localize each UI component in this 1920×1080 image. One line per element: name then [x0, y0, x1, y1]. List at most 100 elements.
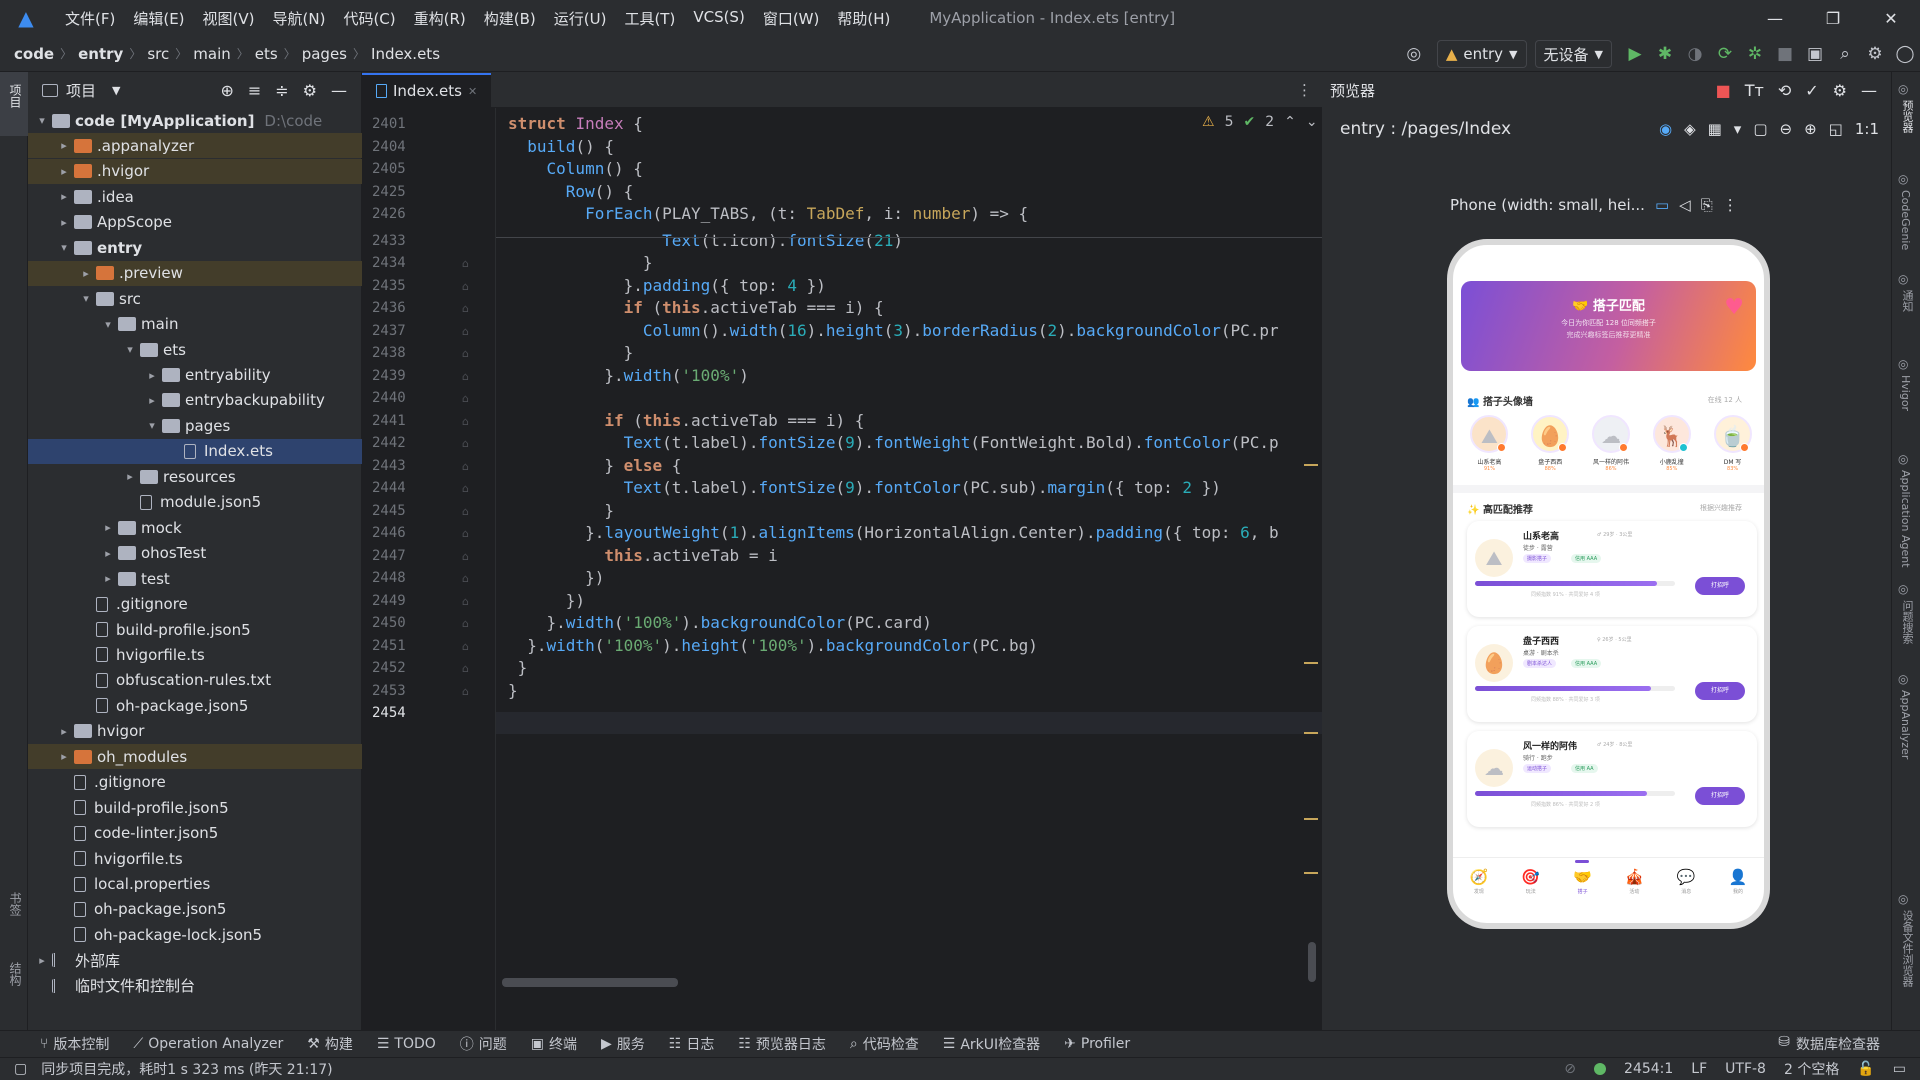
fold-marker-icon[interactable]: ⌂	[462, 302, 469, 315]
bottom-tool-3[interactable]: ☰ TODO	[377, 1036, 436, 1052]
bottom-tool-10[interactable]: ☰ ArkUI检查器	[943, 1034, 1040, 1054]
tree-row[interactable]: ▸ mock	[28, 515, 362, 540]
avatar-item[interactable]: 🍵 DM 写 83%	[1704, 415, 1761, 485]
chevron-right-icon[interactable]: ▸	[56, 725, 72, 738]
greet-button[interactable]: 打招呼	[1695, 577, 1745, 595]
fold-marker-icon[interactable]: ⌂	[462, 460, 469, 473]
target-icon[interactable]: ◎	[1399, 39, 1429, 69]
expand-all-icon[interactable]: ≡	[248, 81, 261, 100]
project-tool-button[interactable]: 项目	[0, 72, 28, 136]
tree-row[interactable]: ▾ code [MyApplication] D:\code	[28, 108, 362, 133]
tree-row[interactable]: module.json5	[28, 490, 362, 515]
device-manager-icon[interactable]: ▣	[1800, 39, 1830, 69]
screen-icon[interactable]: ▭	[1655, 196, 1669, 214]
fold-marker-icon[interactable]: ⌂	[462, 640, 469, 653]
tree-row[interactable]: ▾ main	[28, 312, 362, 337]
tree-row[interactable]: local.properties	[28, 872, 362, 897]
crop-icon[interactable]: ▢	[1753, 120, 1767, 138]
tree-row[interactable]: build-profile.json5	[28, 617, 362, 642]
structure-tool-label[interactable]: 结构	[7, 962, 24, 986]
gear-icon[interactable]: ⚙	[1833, 81, 1847, 100]
chevron-up-icon[interactable]: ⌃	[1284, 114, 1296, 130]
rotate-icon[interactable]: ⎘	[1701, 196, 1713, 214]
greet-button[interactable]: 打招呼	[1695, 682, 1745, 700]
account-icon[interactable]: ◯	[1890, 39, 1920, 69]
fold-marker-icon[interactable]: ⌂	[462, 257, 469, 270]
memory-icon[interactable]: ▭	[1893, 1061, 1906, 1077]
avatar-item[interactable]: ☁ 风一样的阿伟 86%	[1583, 415, 1640, 485]
fold-marker-icon[interactable]: ⌂	[462, 415, 469, 428]
inspection-widget[interactable]: ⚠ 5 ✔ 2 ⌃ ⌄	[1202, 114, 1318, 130]
chevron-down-icon[interactable]: ▾	[1734, 120, 1742, 138]
tree-row[interactable]: ▸ .hvigor	[28, 158, 362, 184]
match-banner[interactable]: 🤝 搭子匹配 今日为你匹配 128 位同频搭子 完成兴趣标签后推荐更精准 ♥	[1461, 281, 1756, 371]
menu-item[interactable]: 文件(F)	[56, 8, 124, 29]
tree-row[interactable]: code-linter.json5	[28, 821, 362, 846]
tree-row[interactable]: ▾ pages	[28, 413, 362, 438]
chevron-down-icon[interactable]: ▾	[144, 419, 160, 432]
tree-row[interactable]: Index.ets	[28, 438, 362, 464]
right-tool-6[interactable]: ◎ AppAnalyzer	[1898, 672, 1912, 759]
chevron-right-icon[interactable]: ▸	[144, 369, 160, 382]
menu-item[interactable]: VCS(S)	[684, 8, 753, 29]
breadcrumb-item[interactable]: code	[14, 45, 54, 63]
hide-icon[interactable]: —	[1861, 81, 1877, 100]
ratio-icon[interactable]: 1:1	[1855, 120, 1879, 138]
chevron-right-icon[interactable]: ▸	[122, 470, 138, 483]
bottom-tool-1[interactable]: ⟋ Operation Analyzer	[133, 1036, 283, 1052]
code-area[interactable]: struct Index { build() { Column() { Row(…	[496, 108, 1322, 1030]
menu-item[interactable]: 代码(C)	[334, 8, 404, 29]
tree-row[interactable]: 临时文件和控制台	[28, 973, 362, 998]
chevron-right-icon[interactable]: ▸	[56, 216, 72, 229]
tree-row[interactable]: ▸ 外部库	[28, 948, 362, 973]
fold-marker-icon[interactable]: ⌂	[462, 572, 469, 585]
rec-more[interactable]: 根据兴趣推荐	[1700, 503, 1742, 513]
tree-row[interactable]: ▸ entryability	[28, 363, 362, 388]
menu-item[interactable]: 工具(T)	[615, 8, 684, 29]
tree-row[interactable]: ▸ AppScope	[28, 210, 362, 235]
right-tool-3[interactable]: ◎ Hvigor	[1898, 357, 1912, 411]
tree-row[interactable]: hvigorfile.ts	[28, 846, 362, 871]
tree-row[interactable]: .gitignore	[28, 592, 362, 617]
fold-marker-icon[interactable]: ⌂	[462, 347, 469, 360]
bottom-tool-8[interactable]: ☷ 预览器日志	[738, 1034, 826, 1054]
chevron-right-icon[interactable]: ▸	[56, 165, 72, 178]
refresh-icon[interactable]: ⟲	[1778, 81, 1791, 100]
fold-marker-icon[interactable]: ⌂	[462, 437, 469, 450]
tab-index-ets[interactable]: Index.ets ✕	[362, 73, 492, 107]
right-tool-7[interactable]: ◎ 设备文件浏览器	[1898, 892, 1915, 987]
database-inspector[interactable]: ⛁ 数据库检查器	[1778, 1034, 1880, 1054]
fold-marker-icon[interactable]: ⌂	[462, 505, 469, 518]
no-problems-icon[interactable]: ⊘	[1564, 1061, 1576, 1077]
recommend-card[interactable]: 🥚 盘子西西 ♀ 26岁 · 5公里 桌游 · 剧本杀 剧本杀达人 信用 AAA 同频指数 …	[1467, 626, 1757, 722]
file-encoding[interactable]: UTF-8	[1725, 1061, 1766, 1077]
fold-marker-icon[interactable]: ⌂	[462, 685, 469, 698]
fold-marker-icon[interactable]: ⌂	[462, 662, 469, 675]
indent-setting[interactable]: 2 个空格	[1784, 1059, 1839, 1079]
breadcrumb-item[interactable]: Index.ets	[371, 45, 440, 63]
bottom-tool-11[interactable]: ✈ Profiler	[1064, 1036, 1130, 1052]
stop-icon[interactable]: ■	[1716, 81, 1731, 100]
fold-marker-icon[interactable]: ⌂	[462, 280, 469, 293]
avatar-item[interactable]: 🥚 盘子西西 88%	[1522, 415, 1579, 485]
breadcrumb-item[interactable]: pages	[302, 45, 347, 63]
hide-icon[interactable]: —	[331, 81, 347, 100]
tree-row[interactable]: oh-package-lock.json5	[28, 922, 362, 947]
zoom-out-icon[interactable]: ⊖	[1780, 120, 1793, 138]
attach-debugger-icon[interactable]: ◑	[1680, 39, 1710, 69]
nav-item-0[interactable]: 🧭 发现	[1453, 858, 1505, 917]
greet-button[interactable]: 打招呼	[1695, 787, 1745, 805]
right-tool-2[interactable]: ◎ 通知	[1898, 272, 1915, 312]
recommend-card[interactable]: ☁ 风一样的阿伟 ♂ 24岁 · 8公里 骑行 · 跑步 运动搭子 信用 AA 同频指数 8…	[1467, 731, 1757, 827]
chevron-right-icon[interactable]: ▸	[144, 394, 160, 407]
menu-item[interactable]: 运行(U)	[545, 8, 616, 29]
chevron-down-icon[interactable]: ⌄	[1306, 114, 1318, 130]
status-message[interactable]: 同步项目完成，耗时1 s 323 ms (昨天 21:17)	[41, 1059, 332, 1079]
fold-marker-icon[interactable]: ⌂	[462, 325, 469, 338]
more-tabs-icon[interactable]: ⋮	[1297, 81, 1322, 99]
tree-row[interactable]: build-profile.json5	[28, 795, 362, 820]
fold-marker-icon[interactable]: ⌂	[462, 617, 469, 630]
tree-row[interactable]: ▸ .preview	[28, 260, 362, 286]
menu-item[interactable]: 编辑(E)	[124, 8, 193, 29]
right-tool-4[interactable]: ◎ Application Agent	[1898, 452, 1912, 568]
